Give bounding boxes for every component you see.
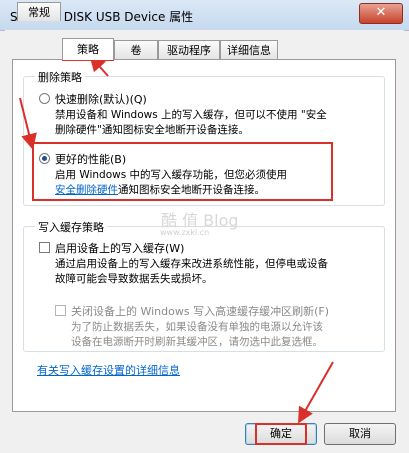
annotation-arrows bbox=[19, 55, 334, 424]
arrow-to-ok bbox=[298, 361, 334, 424]
arrow-to-performance bbox=[19, 97, 37, 150]
tab-policies[interactable]: 策略 bbox=[62, 38, 114, 60]
